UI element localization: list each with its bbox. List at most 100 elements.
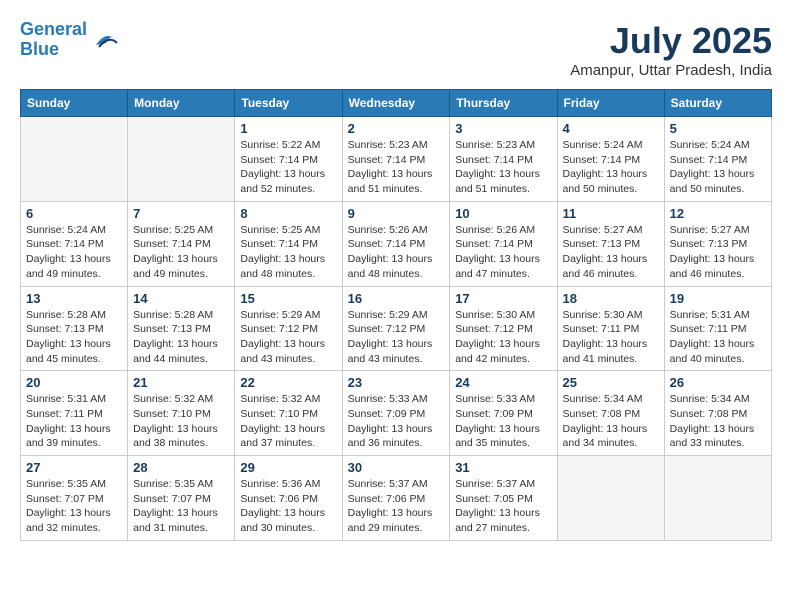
day-info: Sunrise: 5:27 AM Sunset: 7:13 PM Dayligh… <box>670 223 766 282</box>
day-info: Sunrise: 5:29 AM Sunset: 7:12 PM Dayligh… <box>240 308 336 367</box>
day-info: Sunrise: 5:37 AM Sunset: 7:05 PM Dayligh… <box>455 477 551 536</box>
logo: General Blue <box>20 20 121 60</box>
day-number: 28 <box>133 460 229 475</box>
day-number: 15 <box>240 291 336 306</box>
day-number: 17 <box>455 291 551 306</box>
table-row: 30 Sunrise: 5:37 AM Sunset: 7:06 PM Dayli… <box>342 456 450 541</box>
day-info: Sunrise: 5:27 AM Sunset: 7:13 PM Dayligh… <box>563 223 659 282</box>
table-row: 9 Sunrise: 5:26 AM Sunset: 7:14 PM Daylig… <box>342 201 450 286</box>
day-info: Sunrise: 5:30 AM Sunset: 7:12 PM Dayligh… <box>455 308 551 367</box>
day-number: 2 <box>348 121 445 136</box>
table-row <box>664 456 771 541</box>
calendar-week-row: 1 Sunrise: 5:22 AM Sunset: 7:14 PM Daylig… <box>21 117 772 202</box>
page-header: General Blue July 2025 Amanpur, Uttar Pr… <box>20 20 772 79</box>
day-info: Sunrise: 5:36 AM Sunset: 7:06 PM Dayligh… <box>240 477 336 536</box>
day-info: Sunrise: 5:34 AM Sunset: 7:08 PM Dayligh… <box>670 392 766 451</box>
day-number: 14 <box>133 291 229 306</box>
table-row: 10 Sunrise: 5:26 AM Sunset: 7:14 PM Dayli… <box>450 201 557 286</box>
day-number: 16 <box>348 291 445 306</box>
day-info: Sunrise: 5:34 AM Sunset: 7:08 PM Dayligh… <box>563 392 659 451</box>
day-info: Sunrise: 5:31 AM Sunset: 7:11 PM Dayligh… <box>670 308 766 367</box>
day-number: 9 <box>348 206 445 221</box>
day-info: Sunrise: 5:24 AM Sunset: 7:14 PM Dayligh… <box>26 223 122 282</box>
calendar-table: Sunday Monday Tuesday Wednesday Thursday… <box>20 89 772 541</box>
table-row: 8 Sunrise: 5:25 AM Sunset: 7:14 PM Daylig… <box>235 201 342 286</box>
calendar-week-row: 6 Sunrise: 5:24 AM Sunset: 7:14 PM Daylig… <box>21 201 772 286</box>
table-row: 15 Sunrise: 5:29 AM Sunset: 7:12 PM Dayli… <box>235 286 342 371</box>
table-row: 13 Sunrise: 5:28 AM Sunset: 7:13 PM Dayli… <box>21 286 128 371</box>
table-row: 3 Sunrise: 5:23 AM Sunset: 7:14 PM Daylig… <box>450 117 557 202</box>
day-info: Sunrise: 5:26 AM Sunset: 7:14 PM Dayligh… <box>455 223 551 282</box>
day-number: 24 <box>455 375 551 390</box>
table-row: 5Sunrise: 5:24 AM Sunset: 7:14 PM Daylig… <box>664 117 771 202</box>
day-info: Sunrise: 5:32 AM Sunset: 7:10 PM Dayligh… <box>133 392 229 451</box>
day-info: Sunrise: 5:29 AM Sunset: 7:12 PM Dayligh… <box>348 308 445 367</box>
day-number: 11 <box>563 206 659 221</box>
day-number: 27 <box>26 460 122 475</box>
table-row: 28 Sunrise: 5:35 AM Sunset: 7:07 PM Dayli… <box>128 456 235 541</box>
day-info: Sunrise: 5:26 AM Sunset: 7:14 PM Dayligh… <box>348 223 445 282</box>
day-info: Sunrise: 5:28 AM Sunset: 7:13 PM Dayligh… <box>26 308 122 367</box>
table-row: 24 Sunrise: 5:33 AM Sunset: 7:09 PM Dayli… <box>450 371 557 456</box>
table-row: 27 Sunrise: 5:35 AM Sunset: 7:07 PM Dayli… <box>21 456 128 541</box>
table-row: 20 Sunrise: 5:31 AM Sunset: 7:11 PM Dayli… <box>21 371 128 456</box>
table-row: 12 Sunrise: 5:27 AM Sunset: 7:13 PM Dayli… <box>664 201 771 286</box>
day-number: 10 <box>455 206 551 221</box>
day-info: Sunrise: 5:31 AM Sunset: 7:11 PM Dayligh… <box>26 392 122 451</box>
day-info: Sunrise: 5:37 AM Sunset: 7:06 PM Dayligh… <box>348 477 445 536</box>
day-number: 6 <box>26 206 122 221</box>
header-friday: Friday <box>557 90 664 117</box>
day-info: Sunrise: 5:33 AM Sunset: 7:09 PM Dayligh… <box>455 392 551 451</box>
day-info: Sunrise: 5:23 AM Sunset: 7:14 PM Dayligh… <box>348 138 445 197</box>
logo-blue: Blue <box>20 39 59 59</box>
day-number: 25 <box>563 375 659 390</box>
calendar-week-row: 20 Sunrise: 5:31 AM Sunset: 7:11 PM Dayli… <box>21 371 772 456</box>
day-info: Sunrise: 5:24 AM Sunset: 7:14 PM Dayligh… <box>563 138 659 197</box>
table-row <box>21 117 128 202</box>
day-info: Sunrise: 5:35 AM Sunset: 7:07 PM Dayligh… <box>26 477 122 536</box>
header-monday: Monday <box>128 90 235 117</box>
day-number: 12 <box>670 206 766 221</box>
header-wednesday: Wednesday <box>342 90 450 117</box>
day-number: 20 <box>26 375 122 390</box>
day-number: 19 <box>670 291 766 306</box>
day-number: 3 <box>455 121 551 136</box>
day-number: 8 <box>240 206 336 221</box>
day-info: Sunrise: 5:25 AM Sunset: 7:14 PM Dayligh… <box>240 223 336 282</box>
table-row: 16 Sunrise: 5:29 AM Sunset: 7:12 PM Dayli… <box>342 286 450 371</box>
title-block: July 2025 Amanpur, Uttar Pradesh, India <box>570 20 772 79</box>
day-info: Sunrise: 5:24 AM Sunset: 7:14 PM Dayligh… <box>670 138 766 197</box>
table-row: 17 Sunrise: 5:30 AM Sunset: 7:12 PM Dayli… <box>450 286 557 371</box>
table-row: 1 Sunrise: 5:22 AM Sunset: 7:14 PM Daylig… <box>235 117 342 202</box>
day-info: Sunrise: 5:23 AM Sunset: 7:14 PM Dayligh… <box>455 138 551 197</box>
day-number: 21 <box>133 375 229 390</box>
table-row: 23Sunrise: 5:33 AM Sunset: 7:09 PM Dayli… <box>342 371 450 456</box>
table-row: 6 Sunrise: 5:24 AM Sunset: 7:14 PM Daylig… <box>21 201 128 286</box>
day-number: 1 <box>240 121 336 136</box>
calendar-week-row: 13 Sunrise: 5:28 AM Sunset: 7:13 PM Dayli… <box>21 286 772 371</box>
day-info: Sunrise: 5:22 AM Sunset: 7:14 PM Dayligh… <box>240 138 336 197</box>
table-row: 22Sunrise: 5:32 AM Sunset: 7:10 PM Dayli… <box>235 371 342 456</box>
day-info: Sunrise: 5:30 AM Sunset: 7:11 PM Dayligh… <box>563 308 659 367</box>
day-info: Sunrise: 5:32 AM Sunset: 7:10 PM Dayligh… <box>240 392 336 451</box>
day-number: 23 <box>348 375 445 390</box>
table-row: 25 Sunrise: 5:34 AM Sunset: 7:08 PM Dayli… <box>557 371 664 456</box>
table-row: 4Sunrise: 5:24 AM Sunset: 7:14 PM Daylig… <box>557 117 664 202</box>
day-number: 29 <box>240 460 336 475</box>
day-number: 31 <box>455 460 551 475</box>
day-info: Sunrise: 5:35 AM Sunset: 7:07 PM Dayligh… <box>133 477 229 536</box>
calendar-header-row: Sunday Monday Tuesday Wednesday Thursday… <box>21 90 772 117</box>
location-subtitle: Amanpur, Uttar Pradesh, India <box>570 62 772 79</box>
table-row: 7Sunrise: 5:25 AM Sunset: 7:14 PM Daylig… <box>128 201 235 286</box>
table-row: 31 Sunrise: 5:37 AM Sunset: 7:05 PM Dayli… <box>450 456 557 541</box>
day-number: 30 <box>348 460 445 475</box>
day-number: 13 <box>26 291 122 306</box>
header-tuesday: Tuesday <box>235 90 342 117</box>
day-number: 18 <box>563 291 659 306</box>
day-info: Sunrise: 5:25 AM Sunset: 7:14 PM Dayligh… <box>133 223 229 282</box>
month-title: July 2025 <box>570 20 772 62</box>
table-row <box>128 117 235 202</box>
table-row: 26Sunrise: 5:34 AM Sunset: 7:08 PM Dayli… <box>664 371 771 456</box>
table-row <box>557 456 664 541</box>
header-sunday: Sunday <box>21 90 128 117</box>
